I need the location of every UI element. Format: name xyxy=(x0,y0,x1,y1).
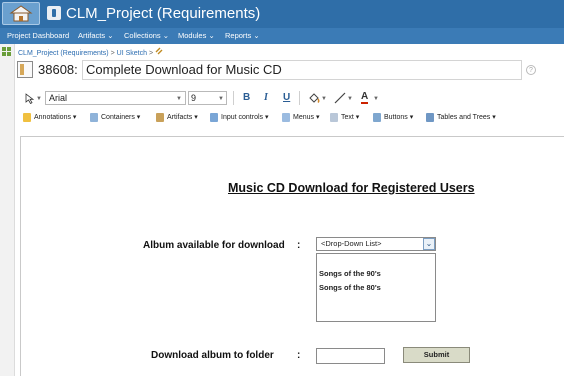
menu-tables-and-trees[interactable]: Tables and Trees ▾ xyxy=(426,112,496,124)
chevron-down-icon: ▼ xyxy=(176,96,182,102)
app-title: CLM_Project (Requirements) xyxy=(66,5,261,22)
font-color-button[interactable]: A xyxy=(361,91,369,104)
menu-annotations[interactable]: Annotations ▾ xyxy=(23,112,76,124)
menu-menus[interactable]: Menus ▾ xyxy=(282,112,319,124)
chevron-down-icon[interactable]: ▼ xyxy=(321,96,327,102)
nav-project-dashboard[interactable]: Project Dashboard xyxy=(7,28,69,44)
toolbar-divider xyxy=(233,91,234,105)
toolbar-divider xyxy=(299,91,300,105)
breadcrumb-folder-link[interactable]: UI Sketch xyxy=(117,50,147,57)
chevron-down-icon: ▼ xyxy=(218,96,224,102)
menu-containers[interactable]: Containers ▾ xyxy=(90,112,140,124)
chevron-down-icon: ⌄ xyxy=(253,31,260,40)
tables-icon xyxy=(426,113,434,122)
chevron-down-icon: ⌄ xyxy=(208,31,215,40)
list-item[interactable]: Songs of the 90's xyxy=(319,269,381,279)
chevron-down-icon[interactable]: ▼ xyxy=(373,96,379,102)
help-icon[interactable]: ? xyxy=(526,65,536,75)
breadcrumb-project-link[interactable]: CLM_Project (Requirements) xyxy=(18,50,109,57)
pointer-icon[interactable] xyxy=(25,93,35,104)
font-size-value: 9 xyxy=(191,93,197,103)
artifacts-icon xyxy=(156,113,164,122)
submit-button[interactable]: Submit xyxy=(403,347,470,363)
artifact-name: Complete Download for Music CD xyxy=(86,62,282,77)
home-button[interactable] xyxy=(2,2,40,25)
menu-input-controls[interactable]: Input controls ▾ xyxy=(210,112,269,124)
breadcrumb-separator: > xyxy=(148,50,154,57)
left-sidebar-strip xyxy=(0,44,15,376)
menu-text[interactable]: Text ▾ xyxy=(330,112,359,124)
project-icon xyxy=(47,6,61,20)
menu-buttons[interactable]: Buttons ▾ xyxy=(373,112,413,124)
buttons-icon xyxy=(373,113,381,122)
chevron-down-icon[interactable]: ⌄ xyxy=(423,238,435,250)
folder-input[interactable] xyxy=(316,348,385,364)
breadcrumb-separator: > xyxy=(110,50,115,57)
folder-colon: : xyxy=(297,350,301,361)
link-icon[interactable] xyxy=(155,47,163,55)
underline-button[interactable]: U xyxy=(283,92,290,104)
grid-icon[interactable] xyxy=(2,47,12,57)
chevron-down-icon[interactable]: ▼ xyxy=(36,96,42,102)
line-color-icon[interactable] xyxy=(334,92,346,104)
chevron-down-icon: ⌄ xyxy=(162,31,170,40)
font-family-value: Arial xyxy=(49,93,68,103)
sketch-title: Music CD Download for Registered Users xyxy=(228,181,475,195)
sketch-canvas[interactable] xyxy=(20,136,564,376)
bold-button[interactable]: B xyxy=(243,92,250,104)
nav-modules[interactable]: Modules ⌄ xyxy=(178,28,215,44)
album-colon: : xyxy=(297,240,301,251)
nav-reports[interactable]: Reports ⌄ xyxy=(225,28,260,44)
album-dropdown-text: <Drop-Down List> xyxy=(321,239,382,248)
sketch-artifact-icon xyxy=(17,61,33,78)
chevron-down-icon: ⌄ xyxy=(107,31,114,40)
chevron-down-icon[interactable]: ▼ xyxy=(347,96,353,102)
annotations-icon xyxy=(23,113,31,122)
album-label: Album available for download xyxy=(143,240,285,251)
nav-bar: Project Dashboard Artifacts ⌄ Collection… xyxy=(0,28,564,44)
nav-artifacts[interactable]: Artifacts ⌄ xyxy=(78,28,113,44)
folder-label: Download album to folder xyxy=(151,350,274,361)
home-icon xyxy=(9,5,33,22)
italic-button[interactable]: I xyxy=(264,92,268,104)
nav-collections[interactable]: Collections ⌄ xyxy=(124,28,169,44)
text-icon xyxy=(330,113,338,122)
containers-icon xyxy=(90,113,98,122)
list-item[interactable]: Songs of the 80's xyxy=(319,283,381,293)
input-controls-icon xyxy=(210,113,218,122)
menu-artifacts[interactable]: Artifacts ▾ xyxy=(156,112,198,124)
menus-icon xyxy=(282,113,290,122)
artifact-id: 38608: xyxy=(38,62,78,77)
fill-color-icon[interactable] xyxy=(308,92,321,105)
breadcrumb: CLM_Project (Requirements) > UI Sketch > xyxy=(18,47,163,57)
